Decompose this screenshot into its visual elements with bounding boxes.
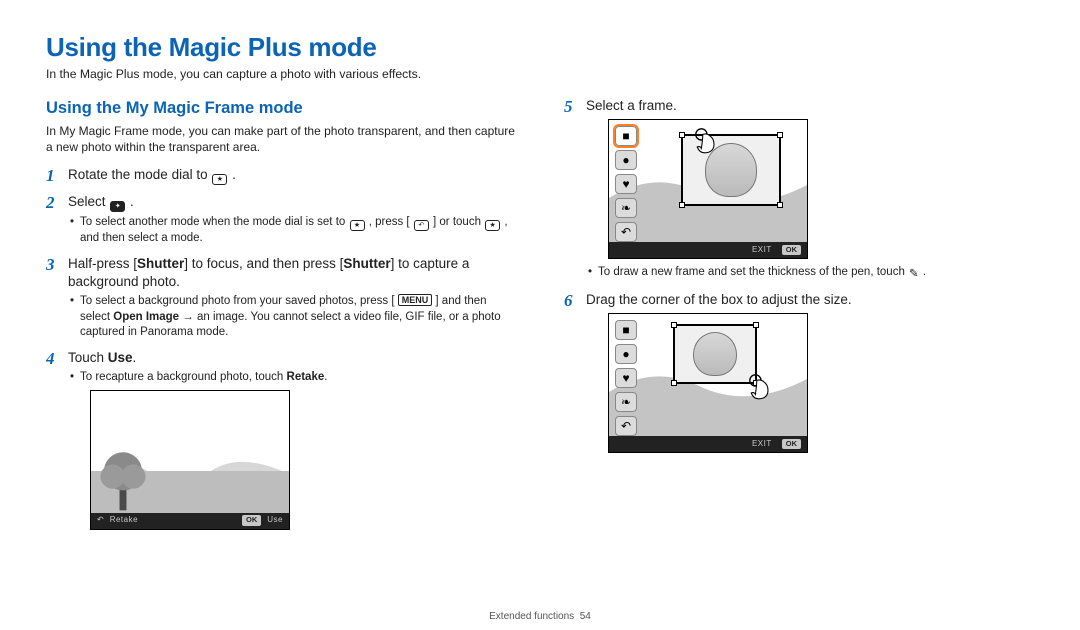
resize-handle[interactable] — [753, 322, 759, 328]
note-text: ] or touch — [433, 216, 484, 228]
sparkle-mode-icon: ✦ — [110, 201, 125, 212]
undo-icon[interactable]: ↶ — [615, 416, 637, 436]
step-2-note: To select another mode when the mode dia… — [68, 215, 516, 247]
heart-shape-icon[interactable]: ♥ — [615, 174, 637, 194]
open-image-label: Open Image — [113, 311, 179, 323]
subheading-intro: In My Magic Frame mode, you can make par… — [46, 123, 516, 155]
figure-select-frame: ■ ● ♥ ❧ ↶ — [608, 119, 808, 259]
step-3: 3 Half-press [Shutter] to focus, and the… — [46, 255, 516, 341]
note-text: To select a background photo from your s… — [80, 295, 395, 307]
figure-statusbar: EXIT OK — [609, 242, 807, 258]
step-1-text-b: . — [232, 167, 236, 182]
mode-dial-magic-plus-icon: ★ — [350, 220, 365, 231]
figure-resize-frame: ■ ● ♥ ❧ ↶ — [608, 313, 808, 453]
footer-page-number: 54 — [580, 611, 591, 622]
circle-shape-icon[interactable]: ● — [615, 150, 637, 170]
step-number: 1 — [46, 165, 55, 188]
touch-hand-icon — [693, 126, 721, 154]
use-label: Use — [108, 350, 133, 365]
figure-statusbar: EXIT OK — [609, 436, 807, 452]
frame-shape-toolbar: ■ ● ♥ ❧ ↶ — [615, 126, 637, 242]
back-icon: ↶ — [414, 220, 429, 231]
mode-dial-magic-plus-icon: ★ — [212, 174, 227, 185]
use-button: Use — [267, 515, 283, 526]
page-intro: In the Magic Plus mode, you can capture … — [46, 67, 1034, 81]
figure-background-preview: ↶ Retake OK Use — [90, 390, 290, 530]
menu-button-icon: MENU — [398, 294, 433, 306]
ok-button: OK — [782, 439, 801, 449]
square-shape-icon[interactable]: ■ — [615, 320, 637, 340]
frame-shape-toolbar: ■ ● ♥ ❧ ↶ — [615, 320, 637, 436]
leaves-shape-icon[interactable]: ❧ — [615, 198, 637, 218]
page-footer: Extended functions 54 — [0, 611, 1080, 622]
step-number: 6 — [564, 290, 573, 313]
tree-illustration — [97, 445, 149, 515]
face-placeholder — [693, 332, 737, 377]
step-3-note: To select a background photo from your s… — [68, 294, 516, 341]
ok-button: OK — [782, 245, 801, 255]
retake-button: Retake — [110, 515, 138, 526]
step-number: 5 — [564, 96, 573, 119]
step-5-text: Select a frame. — [586, 98, 677, 113]
step-6: 6 Drag the corner of the box to adjust t… — [564, 291, 1034, 453]
resize-handle[interactable] — [679, 132, 685, 138]
step-2-text-a: Select — [68, 194, 109, 209]
frame-box[interactable] — [673, 324, 757, 384]
footer-section: Extended functions — [489, 611, 574, 622]
figure-statusbar: ↶ Retake OK Use — [91, 513, 289, 529]
undo-icon[interactable]: ↶ — [615, 222, 637, 242]
exit-button: EXIT — [752, 439, 772, 450]
pen-icon: ✎ — [909, 267, 919, 283]
step-1-text-a: Rotate the mode dial to — [68, 167, 211, 182]
resize-handle[interactable] — [671, 322, 677, 328]
note-text: , press [ — [369, 216, 410, 228]
mode-dial-magic-plus-icon: ★ — [485, 220, 500, 231]
step-number: 2 — [46, 192, 55, 215]
step-4-note: To recapture a background photo, touch R… — [68, 370, 516, 386]
step-6-text: Drag the corner of the box to adjust the… — [586, 292, 852, 307]
circle-shape-icon[interactable]: ● — [615, 344, 637, 364]
step-5: 5 Select a frame. ■ ● ♥ ❧ ↶ — [564, 97, 1034, 283]
retake-label: Retake — [287, 371, 325, 383]
step-2: 2 Select ✦ . To select another mode when… — [46, 193, 516, 247]
step-4-text: Touch — [68, 350, 108, 365]
step-1: 1 Rotate the mode dial to ★ . — [46, 166, 516, 185]
touch-hand-icon — [747, 372, 775, 400]
resize-handle[interactable] — [777, 132, 783, 138]
resize-handle[interactable] — [777, 202, 783, 208]
back-icon: ↶ — [97, 515, 104, 526]
step-3-text: Half-press [Shutter] to focus, and then … — [68, 256, 469, 289]
resize-handle[interactable] — [671, 380, 677, 386]
heart-shape-icon[interactable]: ♥ — [615, 368, 637, 388]
ok-button: OK — [242, 515, 261, 525]
exit-button: EXIT — [752, 245, 772, 256]
step-5-note: To draw a new frame and set the thicknes… — [586, 265, 1034, 283]
step-2-text-b: . — [130, 194, 134, 209]
page-title: Using the Magic Plus mode — [46, 32, 1034, 63]
subheading: Using the My Magic Frame mode — [46, 97, 516, 119]
step-number: 4 — [46, 348, 55, 371]
step-number: 3 — [46, 254, 55, 277]
step-4: 4 Touch Use. To recapture a background p… — [46, 349, 516, 530]
leaves-shape-icon[interactable]: ❧ — [615, 392, 637, 412]
resize-handle[interactable] — [679, 202, 685, 208]
square-shape-icon[interactable]: ■ — [615, 126, 637, 146]
note-text: To select another mode when the mode dia… — [80, 216, 349, 228]
